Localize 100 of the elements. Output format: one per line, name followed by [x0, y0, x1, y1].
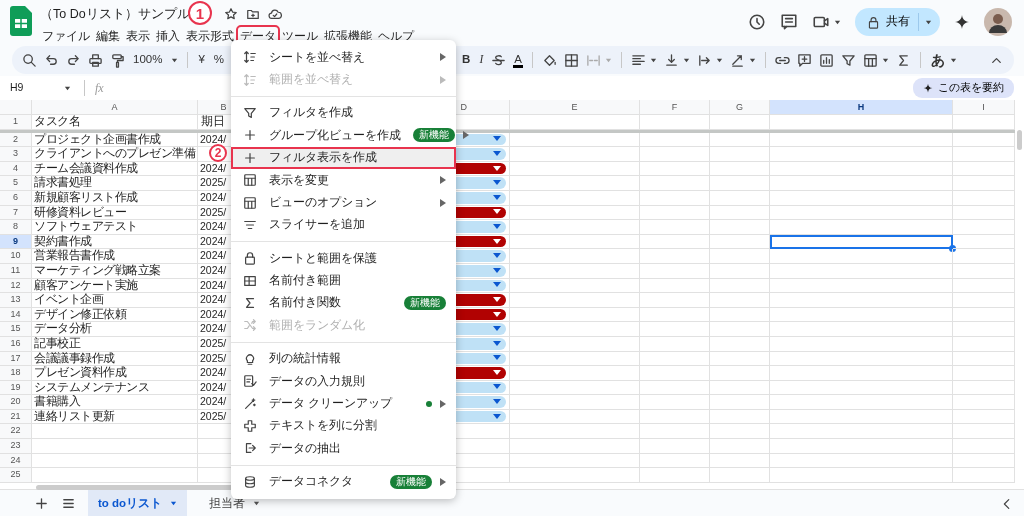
scrollbar-thumb[interactable] — [1017, 130, 1022, 150]
grid-cell — [640, 176, 710, 191]
input-tools-button[interactable]: あ — [929, 49, 946, 71]
grid-cell — [710, 293, 770, 308]
strikethrough-icon[interactable] — [491, 52, 507, 68]
grid-cell — [710, 468, 770, 483]
grid-cell — [640, 115, 710, 130]
currency-button[interactable]: ¥ — [197, 51, 206, 69]
sparkle-icon[interactable] — [954, 14, 970, 30]
sigma-icon — [243, 296, 257, 311]
fill-handle[interactable] — [949, 245, 956, 253]
grid-cell — [640, 468, 710, 483]
caret-icon[interactable] — [170, 499, 178, 507]
redo-icon[interactable] — [66, 52, 81, 68]
folder-icon[interactable] — [245, 7, 260, 21]
name-box[interactable]: H9 — [10, 80, 60, 96]
step-number: 1 — [188, 1, 212, 25]
row-number[interactable]: 3 — [0, 147, 32, 162]
menu-item[interactable]: ファイル — [40, 27, 92, 47]
row-number[interactable]: 15 — [0, 322, 32, 337]
row-number[interactable]: 13 — [0, 293, 32, 308]
caret-icon[interactable] — [649, 56, 657, 64]
caret-icon[interactable] — [682, 56, 690, 64]
grid-cell — [710, 190, 770, 206]
row-number[interactable]: 8 — [0, 220, 32, 235]
shuffle-icon — [243, 318, 257, 333]
row-number[interactable]: 23 — [0, 439, 32, 454]
grid-cell — [710, 395, 770, 410]
caret-icon[interactable] — [64, 84, 71, 92]
italic-button[interactable]: I — [478, 51, 485, 69]
caret-icon[interactable] — [834, 18, 841, 26]
grid-cell — [710, 220, 770, 235]
menu-item[interactable]: フィルタ表示を作成 — [231, 146, 456, 169]
column-header[interactable]: H — [770, 100, 953, 115]
star-icon[interactable] — [223, 7, 238, 21]
summarize-button[interactable]: この表を要約 — [913, 78, 1014, 98]
cloud-icon[interactable] — [267, 7, 282, 21]
validation-icon — [243, 374, 257, 389]
task-cell: データ分析 — [32, 322, 198, 337]
search-icon[interactable] — [22, 52, 37, 68]
percent-button[interactable]: % — [212, 51, 226, 69]
add-comment-icon[interactable] — [796, 52, 812, 68]
caret-icon[interactable] — [881, 56, 889, 64]
formula-label: fx — [95, 80, 104, 97]
text-color-button[interactable]: A — [513, 52, 523, 68]
avatar[interactable] — [984, 8, 1012, 36]
vertical-align-icon[interactable] — [663, 52, 679, 68]
sheet-tab[interactable]: to doリスト — [88, 489, 188, 516]
menu-item[interactable]: 表示形式 — [184, 27, 236, 47]
menu-item[interactable]: 編集 — [94, 27, 122, 47]
task-cell: 記事校正 — [32, 336, 198, 352]
row-number[interactable]: 1 — [0, 115, 32, 130]
menu-item[interactable]: データの抽出 — [231, 437, 456, 460]
caret-icon[interactable] — [949, 56, 957, 64]
filter-icon[interactable] — [840, 52, 856, 68]
sort-icon — [243, 50, 257, 65]
history-icon[interactable] — [748, 13, 766, 31]
row-number[interactable]: 10 — [0, 249, 32, 264]
chart-icon[interactable] — [818, 52, 834, 68]
caret-icon[interactable] — [715, 56, 723, 64]
print-icon[interactable] — [88, 52, 103, 68]
plus-icon — [243, 128, 257, 143]
menu-item[interactable]: シートを並べ替え — [231, 46, 456, 69]
task-cell: ソフトウェアテスト — [32, 220, 198, 235]
caret-icon[interactable] — [925, 18, 932, 26]
row-number[interactable]: 22 — [0, 424, 32, 440]
task-cell: 書籍購入 — [32, 395, 198, 410]
add-sheet-icon[interactable] — [34, 495, 49, 511]
grid-cell — [640, 220, 710, 235]
paint-format-icon[interactable] — [110, 52, 125, 68]
row-number[interactable]: 18 — [0, 366, 32, 381]
undo-icon[interactable] — [44, 52, 59, 68]
document-title[interactable]: （To Doリスト）サンプル — [40, 4, 190, 24]
split-icon — [243, 419, 257, 434]
share-button[interactable]: 共有 — [855, 8, 940, 36]
menu-item[interactable]: 表示 — [124, 27, 152, 47]
grid-cell — [710, 263, 770, 279]
fill-color-icon[interactable] — [541, 52, 557, 68]
menu-item[interactable]: 挿入 — [154, 27, 182, 47]
sheets-logo[interactable] — [10, 6, 32, 36]
caret-icon[interactable] — [748, 56, 756, 64]
align-icon[interactable] — [630, 52, 646, 68]
table-view-icon[interactable] — [862, 52, 878, 68]
comment-icon[interactable] — [780, 13, 798, 31]
row-number[interactable]: 5 — [0, 176, 32, 191]
caret-icon[interactable] — [171, 56, 179, 64]
menu-item[interactable]: データコネクタ 新機能 — [231, 470, 456, 494]
zoom-selector[interactable]: 100% — [132, 51, 164, 69]
grid-cell — [640, 293, 710, 308]
bold-button[interactable]: B — [461, 51, 472, 69]
corner-cell[interactable] — [0, 100, 32, 115]
text-wrap-icon[interactable] — [696, 52, 712, 68]
row-number[interactable]: 25 — [0, 468, 32, 483]
header-cell: タスク名 — [32, 115, 198, 130]
row-number[interactable]: 20 — [0, 395, 32, 410]
lightbulb-icon — [243, 351, 257, 366]
borders-icon[interactable] — [563, 52, 579, 68]
lock-icon — [243, 251, 257, 266]
extract-icon — [243, 441, 257, 456]
text-rotation-icon[interactable] — [729, 52, 745, 68]
